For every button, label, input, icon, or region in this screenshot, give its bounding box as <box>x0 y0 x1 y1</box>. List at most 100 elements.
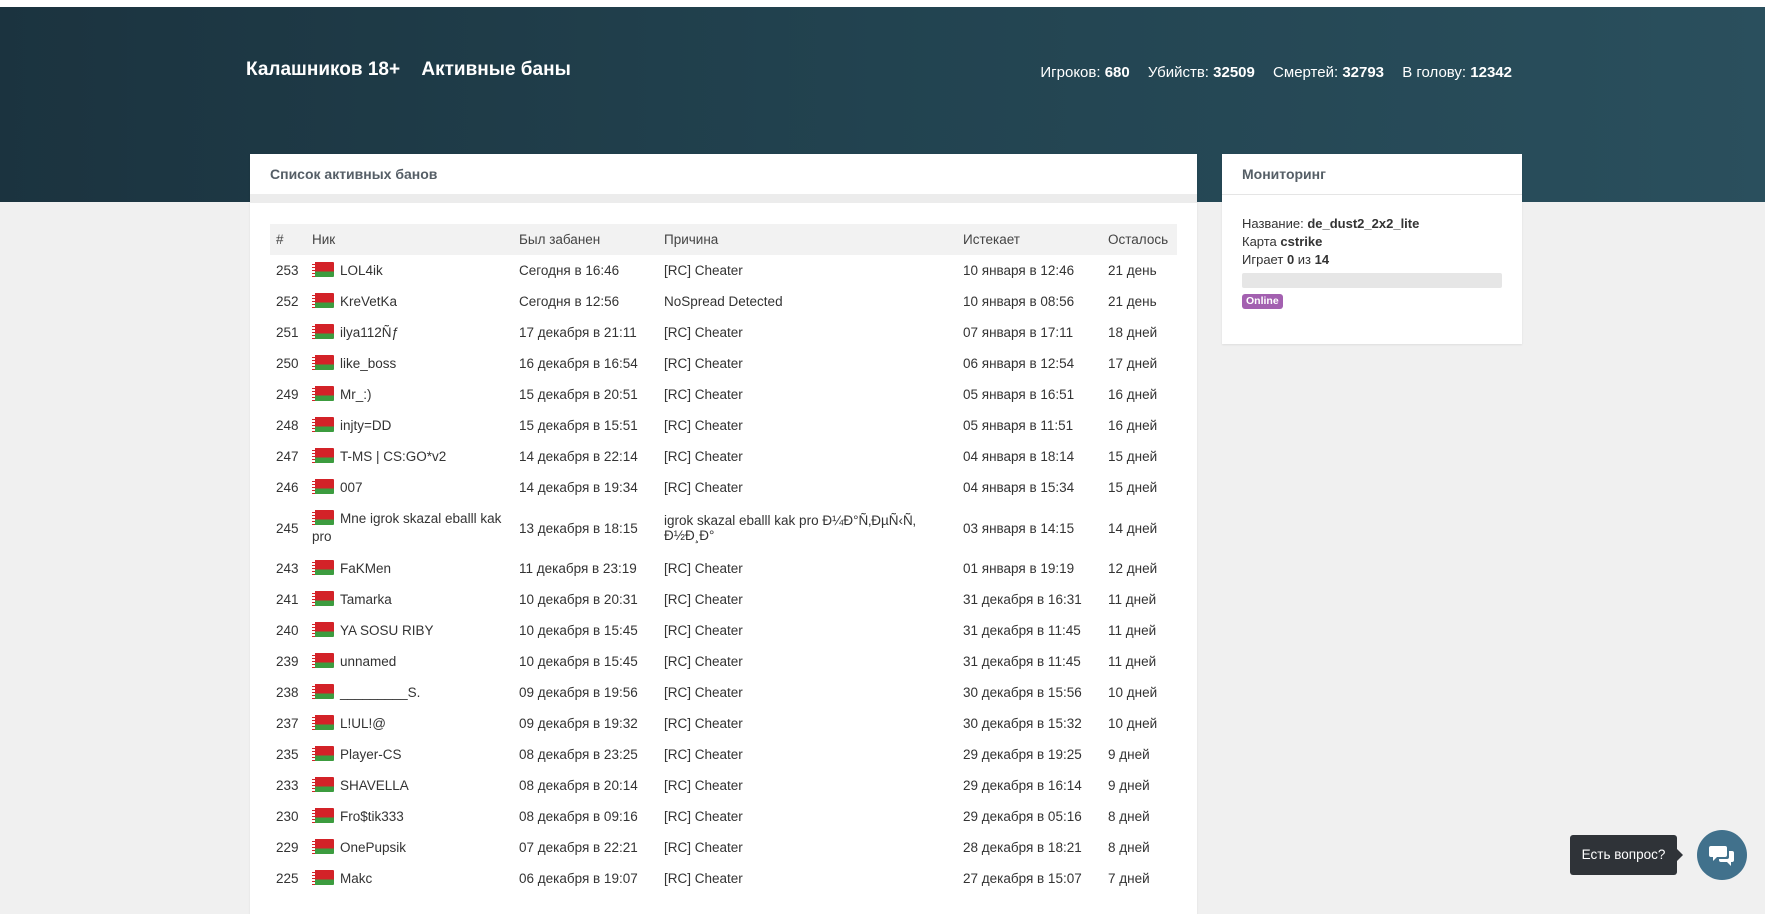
ban-reason: [RC] Cheater <box>664 654 743 669</box>
player-nick[interactable]: OnePupsik <box>340 840 406 855</box>
ban-date: 08 декабря в 09:16 <box>519 809 638 824</box>
ban-id: 245 <box>276 520 299 536</box>
ban-date: 14 декабря в 22:14 <box>519 449 638 464</box>
country-flag-icon <box>312 683 334 699</box>
ban-date: 10 декабря в 20:31 <box>519 592 638 607</box>
country-flag-icon <box>312 714 334 730</box>
ban-date: 14 декабря в 19:34 <box>519 480 638 495</box>
ban-nick: injty=DD <box>306 410 513 441</box>
country-flag-icon <box>312 323 334 339</box>
ban-nick: FaKMen <box>306 553 513 584</box>
ban-reason: [RC] Cheater <box>664 716 743 731</box>
ban-reason: [RC] Cheater <box>664 871 743 886</box>
ban-expires: 04 января в 15:34 <box>963 480 1075 495</box>
table-row: 248 injty=DD 15 декабря в 15:51 [RC] Cheate… <box>270 410 1177 441</box>
table-row: 230 Fro$tik333 08 декабря в 09:16 [RC] Chea… <box>270 801 1177 832</box>
ban-left: 18 дней <box>1108 325 1158 340</box>
section-title[interactable]: Активные баны <box>421 59 570 80</box>
ban-reason: [RC] Cheater <box>664 685 743 700</box>
player-nick[interactable]: YA SOSU RIBY <box>340 623 434 638</box>
status-badge: Online <box>1242 294 1283 309</box>
player-nick[interactable]: Player-CS <box>340 747 402 762</box>
ban-left: 21 день <box>1108 294 1157 309</box>
player-nick[interactable]: L!UL!@ <box>340 716 386 731</box>
player-nick[interactable]: _________S. <box>340 685 420 700</box>
ban-expires: 31 декабря в 11:45 <box>963 654 1081 669</box>
player-nick[interactable]: like_boss <box>340 356 396 371</box>
monitoring-body: Название: de_dust2_2x2_lite Карта cstrik… <box>1222 195 1522 309</box>
player-nick[interactable]: ilya112Ñƒ <box>340 325 399 340</box>
ban-id: 241 <box>276 592 299 607</box>
ban-left: 10 дней <box>1108 716 1158 731</box>
ban-reason: [RC] Cheater <box>664 325 743 340</box>
ban-reason: NoSpread Detected <box>664 294 783 309</box>
ban-left: 9 дней <box>1108 747 1150 762</box>
table-row: 225 Makc 06 декабря в 19:07 [RC] Cheater 27 … <box>270 863 1177 894</box>
country-flag-icon <box>312 745 334 761</box>
ban-id: 243 <box>276 561 299 576</box>
ban-nick: YA SOSU RIBY <box>306 615 513 646</box>
table-row: 247 T-MS | CS:GO*v2 14 декабря в 22:14 [RC]… <box>270 441 1177 472</box>
player-nick[interactable]: Mr_:) <box>340 387 372 402</box>
ban-reason: [RC] Cheater <box>664 623 743 638</box>
player-nick[interactable]: Mne igrok skazal eballl kak pro <box>312 511 501 544</box>
player-nick[interactable]: Tamarka <box>340 592 392 607</box>
ban-id: 253 <box>276 263 299 278</box>
country-flag-icon <box>312 776 334 792</box>
server-map-line: Карта cstrike <box>1242 234 1323 249</box>
ban-id: 240 <box>276 623 299 638</box>
player-nick[interactable]: injty=DD <box>340 418 391 433</box>
table-row: 235 Player-CS 08 декабря в 23:25 [RC] Cheat… <box>270 739 1177 770</box>
chat-bubbles-icon <box>1709 846 1734 866</box>
player-nick[interactable]: LOL4ik <box>340 263 383 278</box>
ban-nick: Fro$tik333 <box>306 801 513 832</box>
ban-left: 8 дней <box>1108 809 1150 824</box>
ban-date: 11 декабря в 23:19 <box>519 561 637 576</box>
table-row: 241 Tamarka 10 декабря в 20:31 [RC] Cheater… <box>270 584 1177 615</box>
ban-reason: [RC] Cheater <box>664 747 743 762</box>
ban-expires: 07 января в 17:11 <box>963 325 1074 340</box>
player-nick[interactable]: SHAVELLA <box>340 778 409 793</box>
table-row: 251 ilya112Ñƒ 17 декабря в 21:11 [RC] Cheat… <box>270 317 1177 348</box>
ban-id: 238 <box>276 685 299 700</box>
ban-reason: [RC] Cheater <box>664 418 743 433</box>
player-nick[interactable]: unnamed <box>340 654 396 669</box>
player-nick[interactable]: KreVetKa <box>340 294 397 309</box>
brand: Калашников 18+ Активные баны <box>246 59 587 81</box>
table-row: 253 LOL4ik Сегодня в 16:46 [RC] Cheater 10 я… <box>270 255 1177 286</box>
ban-left: 15 дней <box>1108 480 1158 495</box>
player-nick[interactable]: Fro$tik333 <box>340 809 404 824</box>
ban-reason: [RC] Cheater <box>664 778 743 793</box>
player-nick[interactable]: 007 <box>340 480 363 495</box>
column-header-left: Осталось <box>1108 232 1169 247</box>
ban-reason: igrok skazal eballl kak pro Ð¼Ð°Ñ‚ÐµÑ‹Ñ‚… <box>664 513 916 543</box>
ban-nick: unnamed <box>306 646 513 677</box>
ban-nick: Player-CS <box>306 739 513 770</box>
chat-prompt-label[interactable]: Есть вопрос? <box>1570 835 1683 875</box>
ban-nick: LOL4ik <box>306 255 513 286</box>
site-name-link[interactable]: Калашников 18+ <box>246 59 400 80</box>
player-nick[interactable]: FaKMen <box>340 561 391 576</box>
country-flag-icon <box>312 838 334 854</box>
ban-nick: 007 <box>306 472 513 503</box>
ban-id: 235 <box>276 747 299 762</box>
table-row: 237 L!UL!@ 09 декабря в 19:32 [RC] Cheater 3… <box>270 708 1177 739</box>
ban-date: 06 декабря в 19:07 <box>519 871 638 886</box>
ban-left: 16 дней <box>1108 418 1158 433</box>
stat-players: Игроков: 680 <box>1040 64 1130 81</box>
player-nick[interactable]: T-MS | CS:GO*v2 <box>340 449 446 464</box>
ban-expires: 05 января в 11:51 <box>963 418 1074 433</box>
chat-button[interactable] <box>1697 830 1747 880</box>
ban-expires: 01 января в 19:19 <box>963 561 1075 576</box>
table-row: 249 Mr_:) 15 декабря в 20:51 [RC] Cheater 05… <box>270 379 1177 410</box>
ban-date: 09 декабря в 19:56 <box>519 685 638 700</box>
bans-table-body: 253 LOL4ik Сегодня в 16:46 [RC] Cheater 10 я… <box>270 255 1177 894</box>
ban-left: 16 дней <box>1108 387 1158 402</box>
stat-deaths: Смертей: 32793 <box>1273 64 1385 81</box>
country-flag-icon <box>312 385 334 401</box>
ban-date: 15 декабря в 20:51 <box>519 387 638 402</box>
ban-id: 250 <box>276 356 299 371</box>
table-row: 243 FaKMen 11 декабря в 23:19 [RC] Cheater 0… <box>270 553 1177 584</box>
player-nick[interactable]: Makc <box>340 871 372 886</box>
ban-nick: ilya112Ñƒ <box>306 317 513 348</box>
